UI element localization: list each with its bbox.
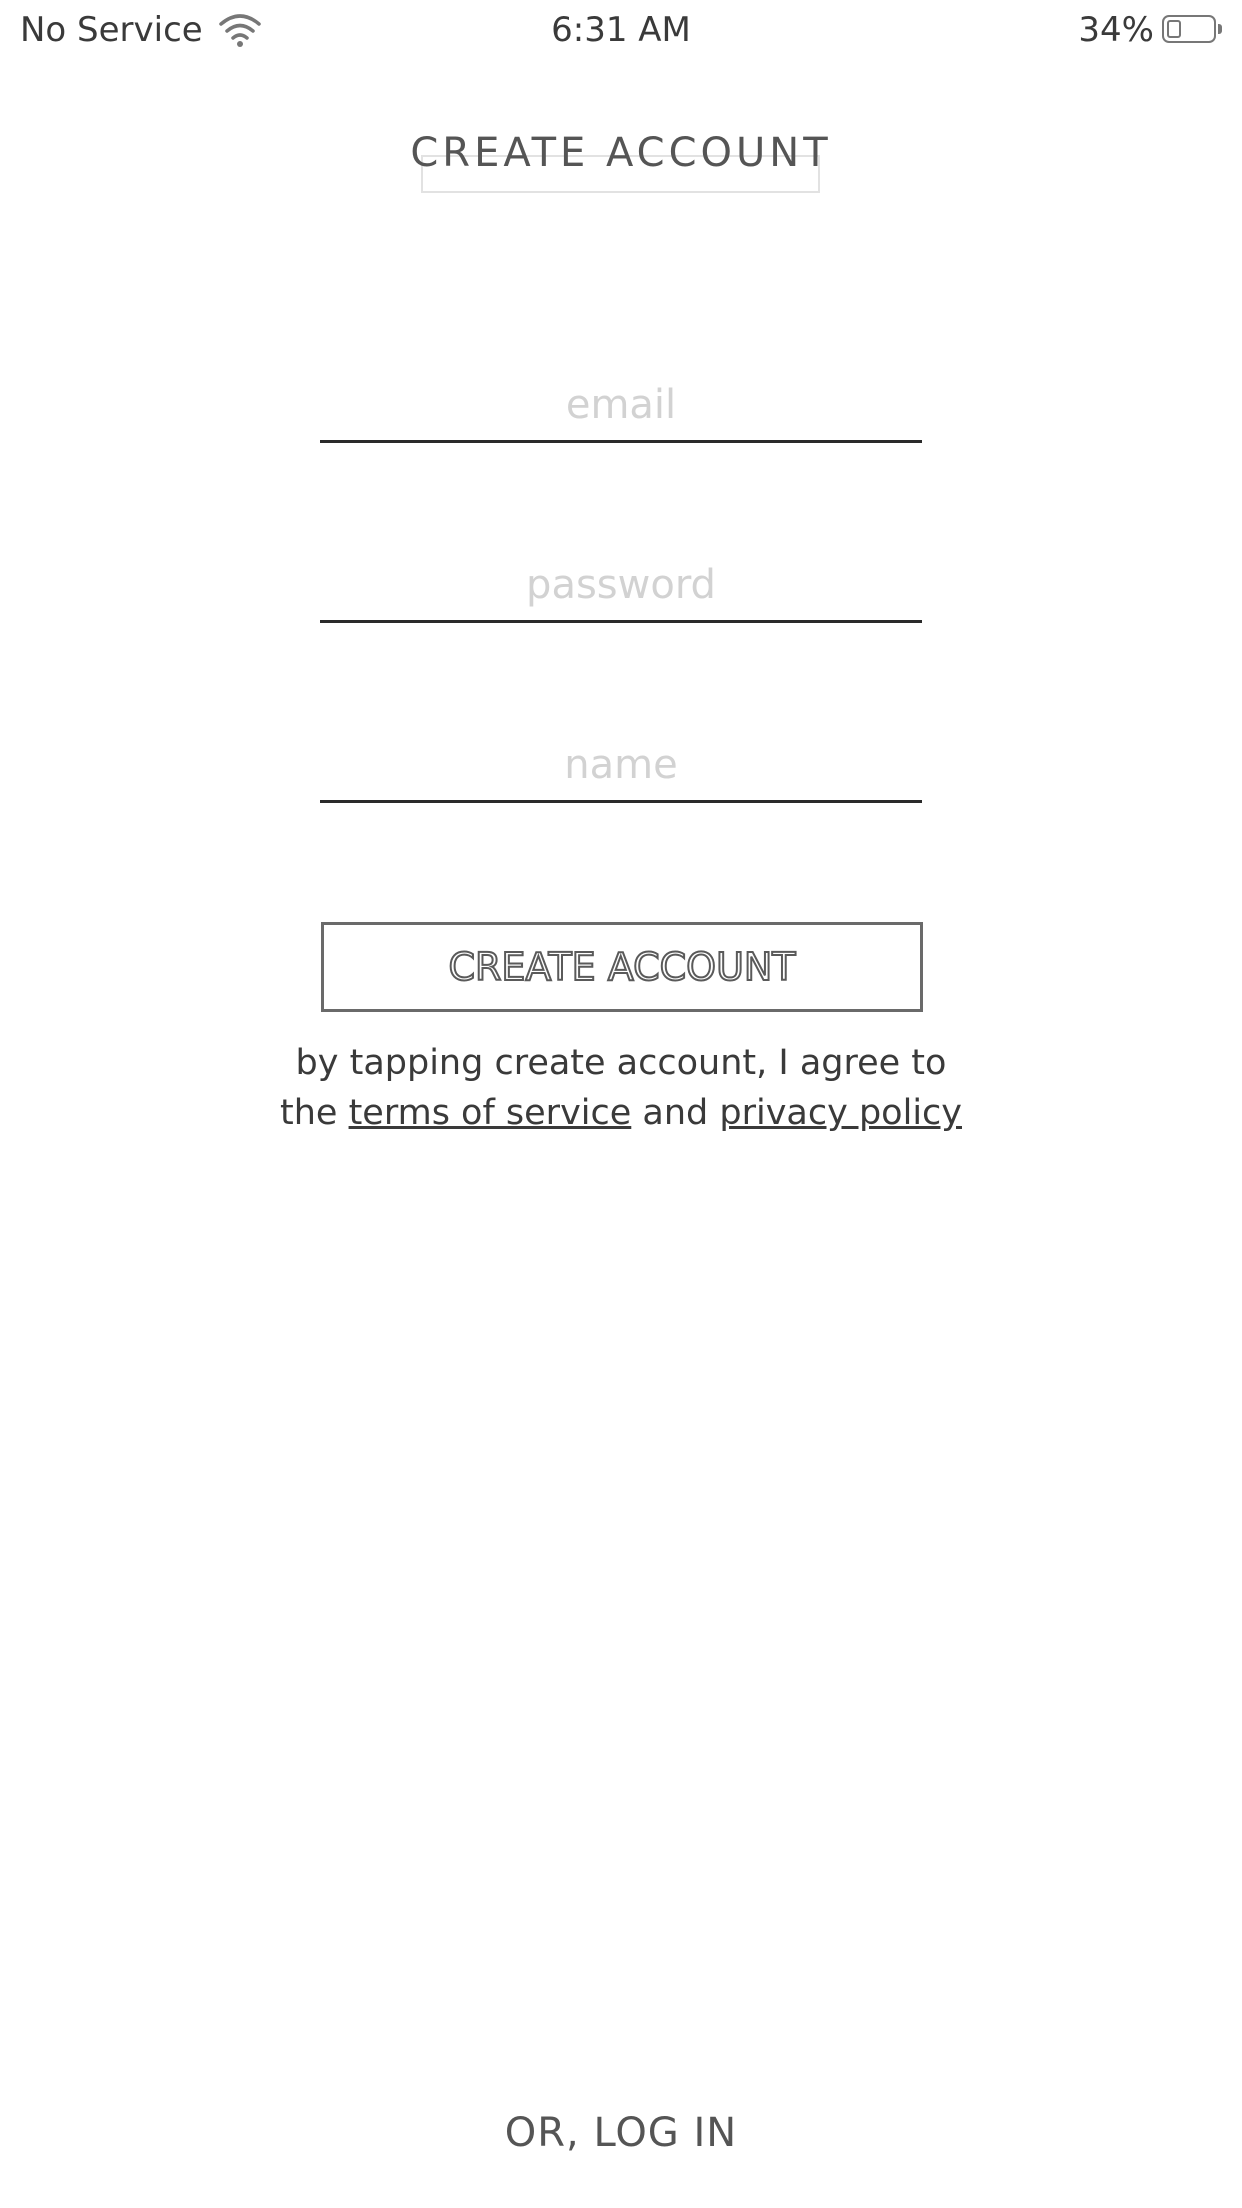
agreement-prefix: the: [279, 1093, 349, 1133]
battery-icon: [1162, 15, 1224, 45]
log-in-link[interactable]: OR, LOG IN: [0, 2110, 1242, 2156]
create-account-button[interactable]: CREATE ACCOUNT: [321, 922, 923, 1012]
page-title: CREATE ACCOUNT: [410, 130, 832, 176]
agreement-line-1: by tapping create account, I agree to: [295, 1043, 947, 1083]
agreement-middle: and: [631, 1093, 720, 1133]
battery-percent: 34%: [1078, 10, 1154, 50]
status-bar: No Service 6:31 AM 34%: [0, 0, 1242, 62]
terms-of-service-link[interactable]: terms of service: [349, 1093, 632, 1133]
battery-level: [1167, 20, 1181, 38]
create-account-button-label: CREATE ACCOUNT: [447, 944, 796, 990]
name-field-container: [320, 730, 922, 803]
privacy-policy-link[interactable]: privacy policy: [719, 1093, 962, 1133]
terms-agreement: by tapping create account, I agree to th…: [0, 1038, 1242, 1138]
status-time: 6:31 AM: [551, 10, 691, 50]
email-field-container: [320, 370, 922, 443]
status-right: 34%: [1078, 10, 1224, 50]
email-field[interactable]: [320, 370, 922, 440]
password-field[interactable]: [320, 550, 922, 620]
name-field[interactable]: [320, 730, 922, 800]
agreement-line-2: the terms of service and privacy policy: [0, 1088, 1242, 1138]
password-field-container: [320, 550, 922, 623]
